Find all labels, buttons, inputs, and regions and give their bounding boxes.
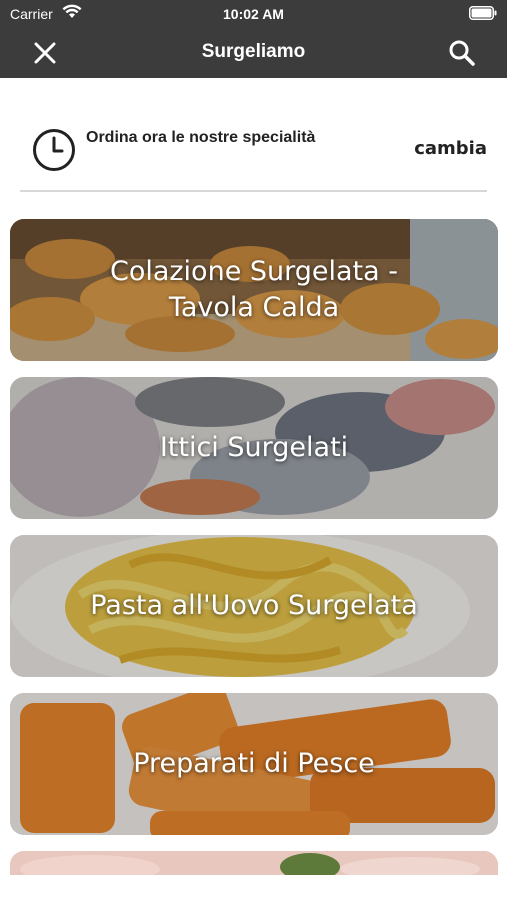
- clock-icon: [33, 129, 75, 171]
- page-title: Surgeliamo: [201, 41, 306, 62]
- category-card-ittici[interactable]: Ittici Surgelati: [10, 377, 498, 519]
- search-button[interactable]: [445, 36, 479, 70]
- order-prompt-text: Ordina ora le nostre specialità: [86, 129, 316, 146]
- category-card-preparati[interactable]: Preparati di Pesce: [10, 693, 498, 835]
- battery-icon: [469, 6, 497, 20]
- category-image-partial: [10, 851, 498, 875]
- category-card-partial[interactable]: [10, 851, 498, 875]
- clock-time: 10:02 AM: [223, 6, 284, 22]
- category-title: Preparati di Pesce: [133, 748, 375, 779]
- category-card-pasta[interactable]: Pasta all'Uovo Surgelata: [10, 535, 498, 677]
- order-time-bar: Ordina ora le nostre specialità cambia: [20, 114, 487, 192]
- category-title: Ittici Surgelati: [159, 432, 349, 463]
- category-list: Colazione Surgelata - Tavola Calda Ittic…: [10, 219, 498, 875]
- category-title: Colazione Surgelata - Tavola Calda: [109, 256, 399, 323]
- category-card-colazione[interactable]: Colazione Surgelata - Tavola Calda: [10, 219, 498, 361]
- category-title: Pasta all'Uovo Surgelata: [90, 590, 418, 621]
- navigation-bar: Surgeliamo: [0, 28, 507, 78]
- search-icon: [449, 40, 475, 66]
- status-bar: Carrier 10:02 AM: [0, 0, 507, 28]
- change-time-link[interactable]: cambia: [414, 138, 487, 159]
